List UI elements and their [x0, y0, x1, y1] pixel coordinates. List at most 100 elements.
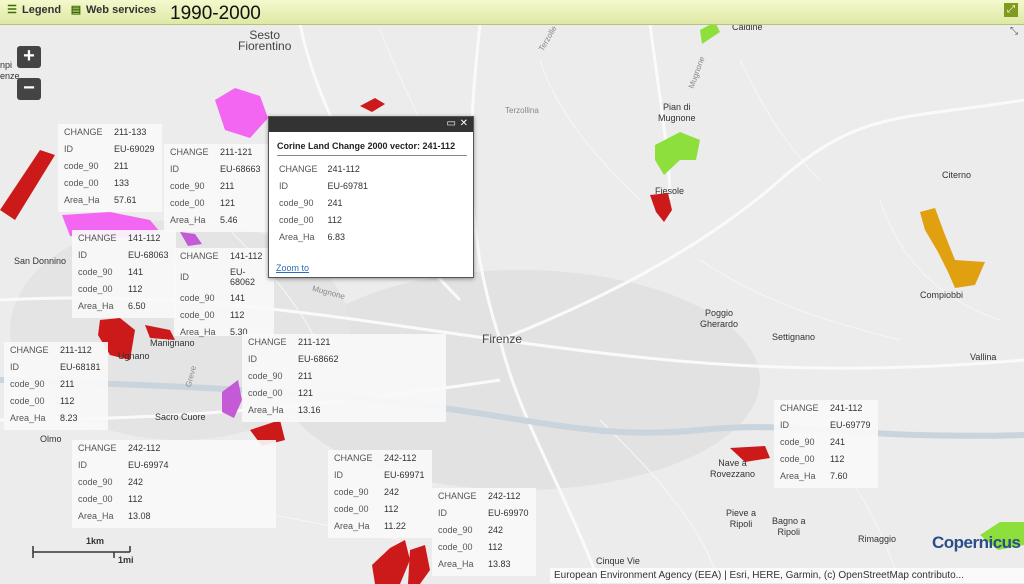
info-value: 242 — [488, 525, 504, 535]
info-key: code_90 — [438, 525, 473, 535]
info-value: 13.83 — [488, 559, 511, 569]
info-key: ID — [10, 362, 19, 372]
info-value: 211-112 — [60, 345, 92, 355]
info-key: code_00 — [64, 178, 99, 188]
info-value: 7.60 — [830, 471, 848, 481]
info-key: code_90 — [64, 161, 99, 171]
web-services-label: Web services — [86, 4, 157, 16]
copernicus-logo: Copernicus — [932, 533, 1021, 552]
info-value: 242 — [128, 477, 144, 487]
period-title: 1990-2000 — [170, 3, 261, 24]
info-key: code_90 — [10, 379, 45, 389]
info-key: ID — [248, 354, 257, 364]
place-label-rimaggio: Rimaggio — [858, 534, 897, 544]
info-value: EU-69779 — [830, 420, 871, 430]
expand-icon[interactable]: ⤢ — [1004, 3, 1018, 17]
zoom-out-button[interactable]: − — [17, 78, 41, 100]
popup-header: ▭ ✕ — [269, 117, 473, 132]
info-key: CHANGE — [64, 127, 103, 137]
web-services-button[interactable]: ▤ Web services — [70, 4, 156, 16]
popup-key: ID — [279, 181, 288, 191]
info-box-69970[interactable]: CHANGE 242-112 ID EU-69970 code_90 242 code… — [432, 488, 536, 576]
info-value: 112 — [384, 504, 399, 514]
road-label-terzollina: Terzollina — [505, 106, 539, 115]
popup-value: EU-69781 — [327, 181, 369, 191]
info-key: Area_Ha — [64, 195, 100, 205]
info-value: 141-112 — [128, 233, 161, 243]
info-value: 112 — [128, 284, 143, 294]
info-key: code_90 — [248, 371, 283, 381]
info-key: code_00 — [334, 504, 369, 514]
info-value: 112 — [488, 542, 503, 552]
place-label-olmo: Olmo — [40, 434, 62, 444]
info-key: Area_Ha — [10, 413, 46, 423]
info-value: 211 — [60, 379, 75, 389]
info-value: 211-133 — [114, 127, 147, 137]
map-attribution: European Environment Agency (EEA) | Esri… — [550, 568, 1024, 583]
info-key: ID — [78, 460, 87, 470]
info-value: 211 — [298, 371, 313, 381]
info-key: CHANGE — [170, 147, 209, 157]
info-box-68663[interactable]: CHANGE 211-121 ID EU-68663 code_90 211 code… — [164, 144, 268, 232]
info-key: code_00 — [180, 310, 215, 320]
info-value: 13.16 — [298, 405, 321, 415]
info-key: Area_Ha — [78, 301, 114, 311]
legend-button[interactable]: ☰ Legend — [6, 4, 61, 16]
info-value: 241-112 — [830, 403, 863, 413]
place-label-sesto: Sesto Fiorentino — [238, 28, 292, 53]
popup-key: CHANGE — [279, 164, 318, 174]
scale-km-label: 1km — [86, 536, 105, 546]
info-key: code_90 — [780, 437, 815, 447]
info-box-69779[interactable]: CHANGE 241-112 ID EU-69779 code_90 241 code… — [774, 400, 878, 488]
info-value: 121 — [220, 198, 236, 208]
info-value: 112 — [230, 310, 245, 320]
popup-attributes: CHANGE 241-112 ID EU-69781 code_90 241 code… — [273, 161, 372, 246]
place-label-ugnano: Ugnano — [118, 351, 150, 361]
info-box-69029[interactable]: CHANGE 211-133 ID EU-69029 code_90 211 code… — [58, 124, 162, 212]
info-box-68062[interactable]: CHANGE 141-112 ID EU-68062 code_90 141 code… — [174, 248, 274, 337]
info-key: CHANGE — [78, 443, 117, 453]
info-value: 112 — [128, 494, 143, 504]
info-value: EU-68662 — [298, 354, 339, 364]
scale-mi-label: 1mi — [118, 555, 134, 565]
place-label-bagno: Bagno a Ripoli — [772, 516, 806, 537]
info-key: CHANGE — [780, 403, 819, 413]
info-key: ID — [780, 420, 789, 430]
popup-value: 6.83 — [327, 232, 346, 242]
info-key: code_00 — [438, 542, 473, 552]
info-box-68181[interactable]: CHANGE 211-112 ID EU-68181 code_90 211 code… — [4, 342, 108, 430]
close-icon[interactable]: ✕ — [460, 118, 468, 130]
info-key: code_00 — [78, 494, 113, 504]
info-key: code_00 — [248, 388, 283, 398]
popup-key: Area_Ha — [279, 232, 315, 242]
info-value: 57.61 — [114, 195, 137, 205]
zoom-to-link[interactable]: Zoom to — [276, 263, 309, 273]
info-value: 133 — [114, 178, 130, 188]
info-key: ID — [438, 508, 447, 518]
info-box-69974[interactable]: CHANGE 242-112 ID EU-69974 code_90 242 code… — [72, 440, 276, 528]
maximize-icon[interactable]: ▭ — [447, 118, 456, 130]
list-icon: ☰ — [7, 4, 17, 16]
info-value: 211 — [114, 161, 129, 171]
info-key: Area_Ha — [180, 327, 216, 337]
info-value: EU-69029 — [114, 144, 155, 154]
popup-value: 112 — [327, 215, 342, 225]
info-box-69971[interactable]: CHANGE 242-112 ID EU-69971 code_90 242 code… — [328, 450, 432, 538]
place-label-pian: Pian di Mugnone — [658, 102, 696, 123]
info-key: Area_Ha — [334, 521, 370, 531]
place-label-san-donnino: San Donnino — [14, 256, 67, 266]
info-box-68063[interactable]: CHANGE 141-112 ID EU-68063 code_90 141 code… — [72, 230, 176, 318]
info-value: 141 — [230, 293, 246, 303]
info-key: code_90 — [78, 267, 113, 277]
resize-icon[interactable]: ⤡ — [1010, 26, 1018, 37]
place-label-vallina: Vallina — [970, 352, 997, 362]
info-box-68662[interactable]: CHANGE 211-121 ID EU-68662 code_90 211 code… — [242, 334, 446, 422]
zoom-in-button[interactable]: + — [17, 46, 41, 68]
info-value: EU-69974 — [128, 460, 169, 470]
place-label-cinque-vie: Cinque Vie — [596, 556, 640, 566]
info-key: code_00 — [10, 396, 45, 406]
place-label-compiobbi: Compiobbi — [920, 290, 964, 300]
info-value: 241 — [830, 437, 846, 447]
info-value: 6.50 — [128, 301, 146, 311]
info-value: 211 — [220, 181, 235, 191]
